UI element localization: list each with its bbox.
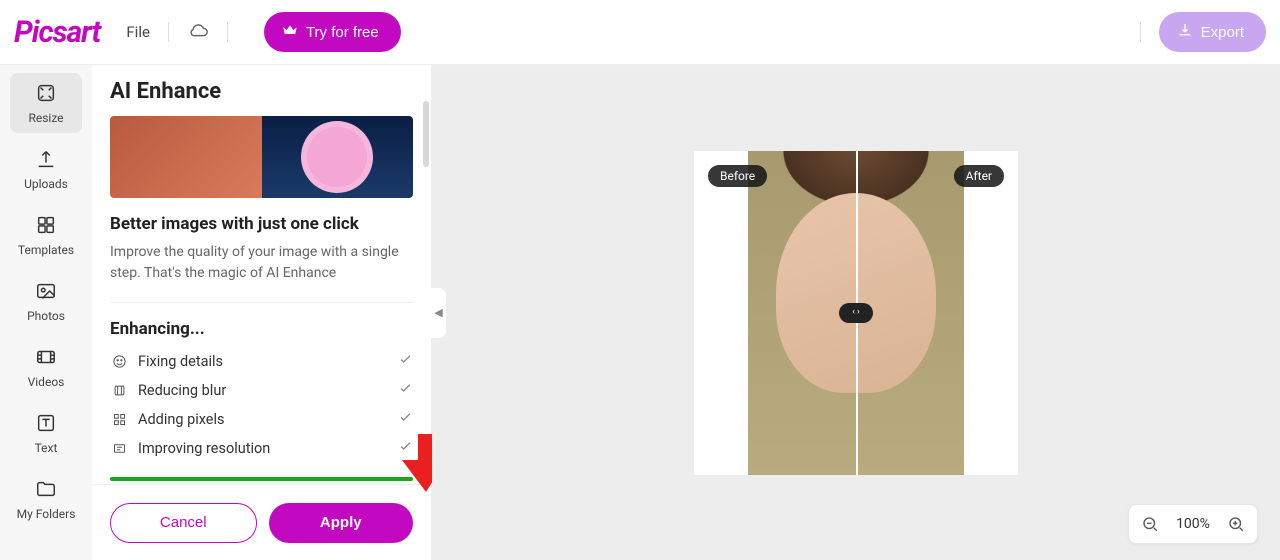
export-button[interactable]: Export <box>1159 12 1266 52</box>
nav-label: Resize <box>28 111 63 125</box>
list-item-label: Adding pixels <box>138 411 225 428</box>
nav-item-resize[interactable]: Resize <box>10 73 82 133</box>
before-badge: Before <box>708 165 767 187</box>
panel-description: Improve the quality of your image with a… <box>110 242 413 284</box>
list-item: Fixing details <box>110 347 413 376</box>
check-icon <box>398 352 413 371</box>
folders-icon <box>35 478 57 503</box>
chevron-left-icon: ◀ <box>434 306 442 319</box>
after-badge: After <box>954 165 1004 187</box>
resolution-icon <box>110 441 128 456</box>
photos-icon <box>35 280 57 305</box>
list-item: Reducing blur <box>110 376 413 405</box>
collapse-panel-handle[interactable]: ◀ <box>431 287 447 339</box>
cloud-sync-icon[interactable] <box>187 21 209 43</box>
cancel-button[interactable]: Cancel <box>110 503 257 543</box>
blur-icon <box>110 383 128 398</box>
list-item-label: Fixing details <box>138 353 223 370</box>
list-item: Improving resolution <box>110 434 413 463</box>
check-icon <box>398 410 413 429</box>
nav-label: Videos <box>28 375 65 389</box>
enhancing-heading: Enhancing... <box>110 319 413 339</box>
check-icon <box>398 381 413 400</box>
nav-label: Text <box>35 441 58 455</box>
crown-icon <box>282 22 298 42</box>
check-icon <box>398 439 413 458</box>
nav-item-videos[interactable]: Videos <box>10 337 82 397</box>
divider <box>168 22 169 42</box>
zoom-out-button[interactable] <box>1141 515 1159 533</box>
panel-headline: Better images with just one click <box>110 214 413 234</box>
zoom-in-button[interactable] <box>1227 515 1245 533</box>
chevron-left-icon: ‹ <box>852 308 855 317</box>
nav-item-uploads[interactable]: Uploads <box>10 139 82 199</box>
zoom-value[interactable]: 100% <box>1173 516 1213 532</box>
text-icon <box>35 412 57 437</box>
main: Resize Uploads Templates Photos Videos T… <box>0 65 1280 560</box>
videos-icon <box>35 346 57 371</box>
upload-icon <box>35 148 57 173</box>
compare-slider-handle[interactable]: ‹ › <box>839 303 873 323</box>
face-icon <box>110 354 128 369</box>
nav-label: Templates <box>18 243 74 257</box>
topbar: Picsart File Try for free Export <box>0 0 1280 65</box>
list-item-label: Reducing blur <box>138 382 226 399</box>
nav-label: Uploads <box>24 177 68 191</box>
templates-icon <box>35 214 57 239</box>
divider <box>227 22 228 42</box>
divider <box>1140 22 1141 42</box>
enhance-steps-list: Fixing details Reducing blur Adding pixe… <box>110 347 413 463</box>
list-item-label: Improving resolution <box>138 440 270 457</box>
panel-scrollbar[interactable] <box>423 101 429 167</box>
left-nav: Resize Uploads Templates Photos Videos T… <box>0 65 92 560</box>
chevron-right-icon: › <box>857 308 860 317</box>
resize-icon <box>35 82 57 107</box>
list-item: Adding pixels <box>110 405 413 434</box>
nav-item-my-folders[interactable]: My Folders <box>10 469 82 529</box>
divider <box>110 302 413 303</box>
nav-item-text[interactable]: Text <box>10 403 82 463</box>
panel-footer: Cancel Apply <box>92 484 431 560</box>
panel-title: AI Enhance <box>110 79 413 104</box>
file-menu[interactable]: File <box>126 23 150 41</box>
nav-label: Photos <box>27 309 65 323</box>
nav-item-photos[interactable]: Photos <box>10 271 82 331</box>
logo[interactable]: Picsart <box>14 15 100 50</box>
progress-bar <box>110 477 413 481</box>
try-for-free-button[interactable]: Try for free <box>264 12 401 52</box>
ai-enhance-panel: AI Enhance Better images with just one c… <box>92 65 432 560</box>
canvas-area[interactable]: ◀ Before After ‹ › 100% <box>432 65 1280 560</box>
pixels-icon <box>110 412 128 427</box>
zoom-toolbar: 100% <box>1128 504 1258 544</box>
download-icon <box>1177 22 1193 42</box>
nav-label: My Folders <box>17 507 76 521</box>
compare-stage: Before After ‹ › <box>694 151 1018 475</box>
nav-item-templates[interactable]: Templates <box>10 205 82 265</box>
panel-hero-image <box>110 116 413 198</box>
apply-button[interactable]: Apply <box>269 503 414 543</box>
